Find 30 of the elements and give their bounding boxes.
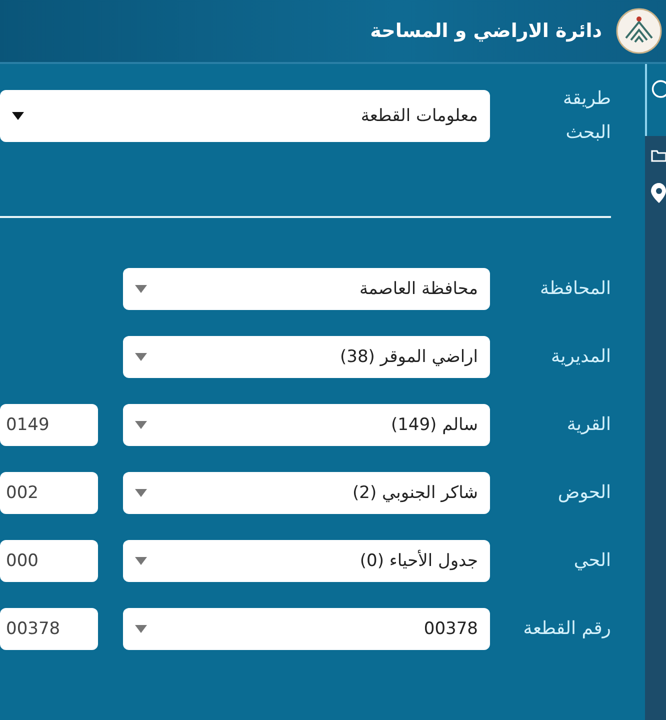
field-label: رقم القطعة	[522, 617, 612, 642]
caret-icon	[135, 625, 147, 634]
caret-icon	[12, 112, 24, 120]
search-icon[interactable]	[651, 78, 666, 100]
caret-icon	[135, 489, 147, 498]
field-label: المديرية	[550, 345, 612, 370]
code-field[interactable]: 0149	[0, 404, 98, 446]
header-title: دائرة الاراضي و المساحة	[370, 20, 602, 42]
map-pin-icon[interactable]	[651, 183, 666, 203]
dropdown-field[interactable]: اراضي الموقر (38)	[123, 336, 490, 378]
dropdown-field[interactable]: جدول الأحياء (0)	[123, 540, 490, 582]
field-label: المحافظة	[538, 277, 612, 302]
field-label: الحي	[572, 549, 612, 574]
field-label: الحوض	[556, 481, 612, 506]
caret-icon	[135, 353, 147, 362]
folder-icon[interactable]	[651, 148, 666, 162]
caret-icon	[135, 557, 147, 566]
dropdown-field[interactable]: محافظة العاصمة	[123, 268, 490, 310]
code-field[interactable]: 00378	[0, 608, 98, 650]
caret-icon	[135, 421, 147, 430]
caret-icon	[135, 285, 147, 294]
dropdown-field[interactable]: شاكر الجنوبي (2)	[123, 472, 490, 514]
code-field[interactable]: 002	[0, 472, 98, 514]
logo-icon	[616, 8, 662, 54]
dropdown-field[interactable]: 00378	[123, 608, 490, 650]
field-label: طريقة البحث	[562, 87, 612, 146]
search-method-dropdown[interactable]: معلومات القطعة	[0, 90, 490, 142]
code-field[interactable]: 000	[0, 540, 98, 582]
field-label: القرية	[566, 413, 612, 438]
dropdown-field[interactable]: سالم (149)	[123, 404, 490, 446]
